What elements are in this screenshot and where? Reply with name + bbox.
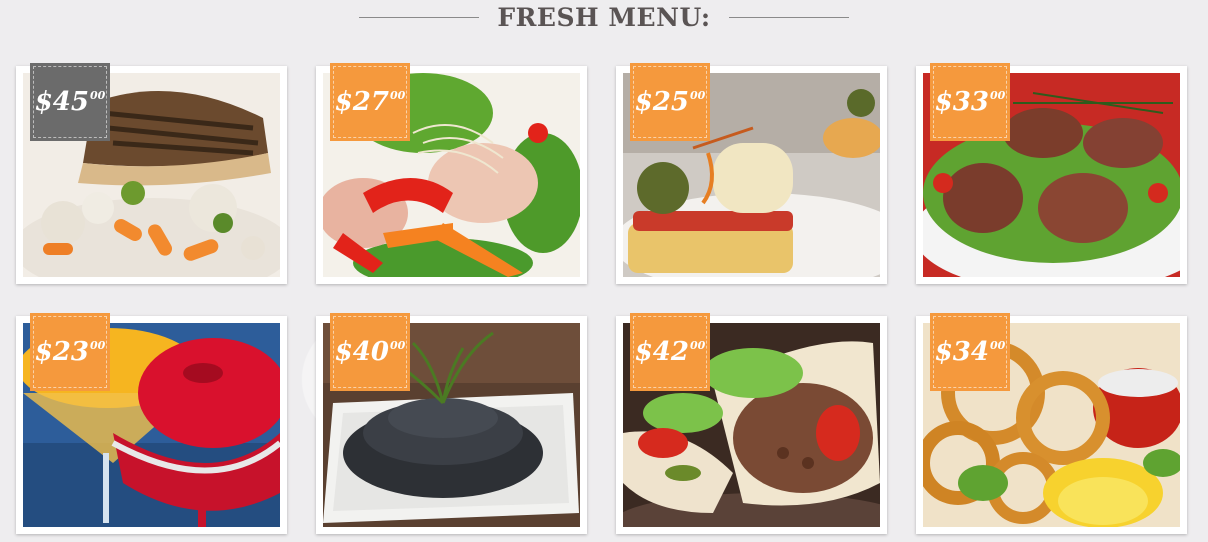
- price-cents: 00: [989, 89, 1006, 102]
- price-amount: $45: [34, 87, 89, 117]
- price-amount: $34: [934, 337, 989, 367]
- menu-item-card[interactable]: $42 00: [616, 313, 887, 534]
- price-amount: $40: [334, 337, 389, 367]
- price-tag: $25 00: [630, 63, 710, 141]
- menu-item-card[interactable]: $40 00: [316, 313, 587, 534]
- menu-item-card[interactable]: $34 00: [916, 313, 1187, 534]
- price-amount: $33: [934, 87, 989, 117]
- price-tag: $23 00: [30, 313, 110, 391]
- menu-item-card[interactable]: $45 00: [16, 63, 287, 284]
- price-tag: $42 00: [630, 313, 710, 391]
- menu-grid: $45 00 $27 00 $25 00 $33 00 $23 00 $40 0…: [16, 63, 1196, 536]
- price-cents: 00: [989, 339, 1006, 352]
- price-tag: $27 00: [330, 63, 410, 141]
- header-rule-left: [359, 16, 480, 18]
- page-title: FRESH MENU:: [497, 2, 711, 32]
- price-amount: $42: [634, 337, 689, 367]
- price-tag: $45 00: [30, 63, 110, 141]
- header-rule-right: [728, 16, 849, 18]
- price-amount: $25: [634, 87, 689, 117]
- price-cents: 00: [89, 339, 106, 352]
- menu-header: FRESH MENU:: [0, 0, 1208, 34]
- price-cents: 00: [389, 89, 406, 102]
- price-tag: $34 00: [930, 313, 1010, 391]
- price-cents: 00: [689, 339, 706, 352]
- menu-item-card[interactable]: $27 00: [316, 63, 587, 284]
- price-cents: 00: [89, 89, 106, 102]
- price-tag: $40 00: [330, 313, 410, 391]
- menu-item-card[interactable]: $33 00: [916, 63, 1187, 284]
- price-amount: $23: [34, 337, 89, 367]
- price-amount: $27: [334, 87, 389, 117]
- price-cents: 00: [389, 339, 406, 352]
- menu-item-card[interactable]: $23 00: [16, 313, 287, 534]
- price-cents: 00: [689, 89, 706, 102]
- price-tag: $33 00: [930, 63, 1010, 141]
- menu-item-card[interactable]: $25 00: [616, 63, 887, 284]
